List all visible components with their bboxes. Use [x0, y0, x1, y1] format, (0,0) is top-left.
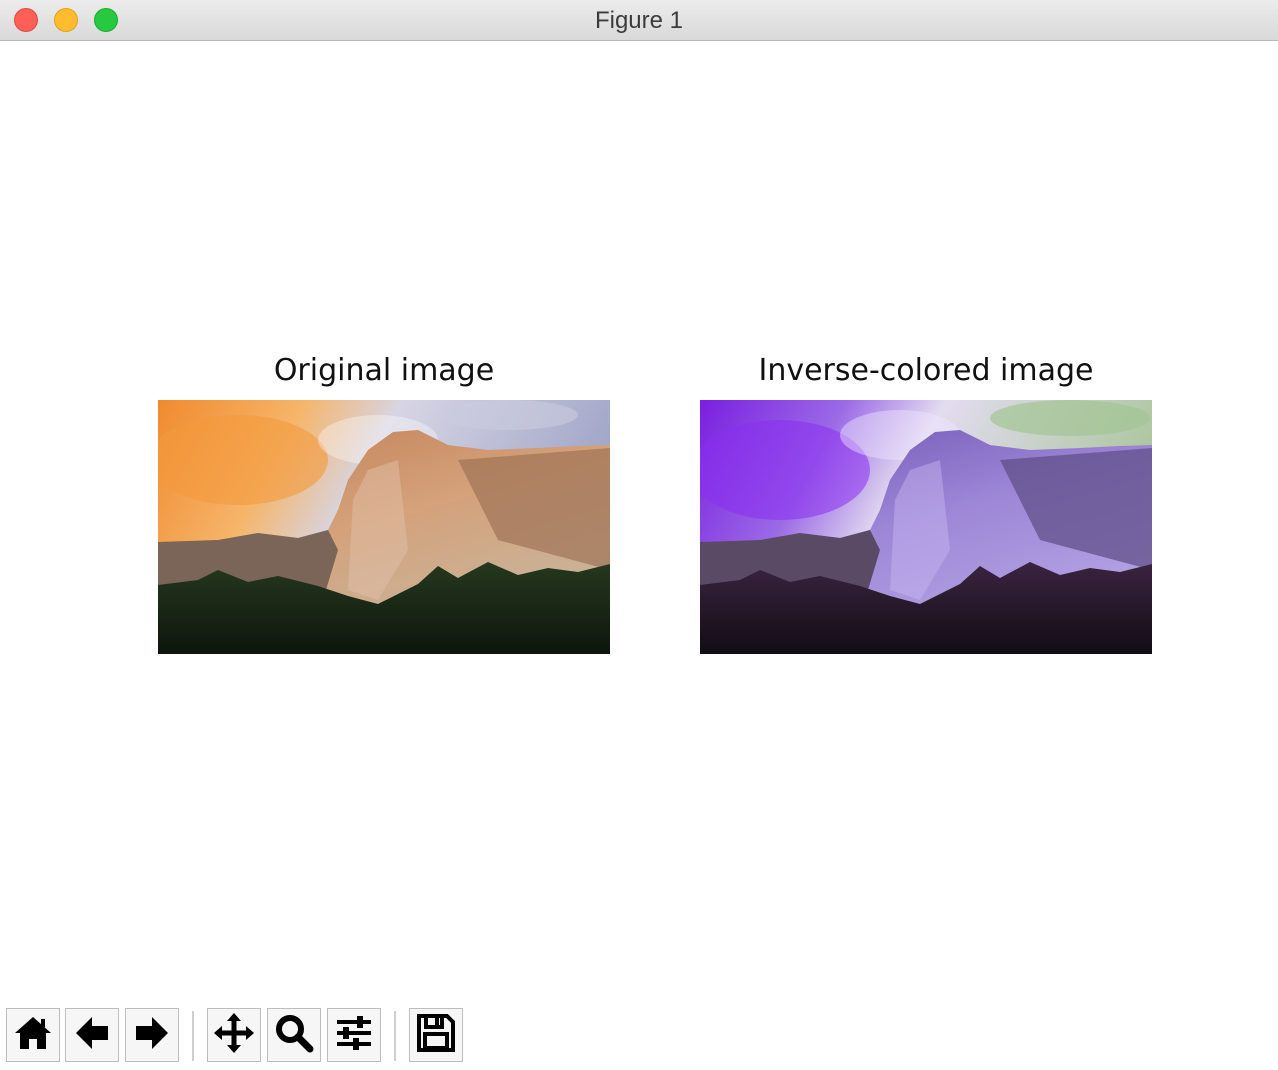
navigation-toolbar [0, 1003, 1278, 1070]
title-bar[interactable]: Figure 1 [0, 0, 1278, 41]
forward-button[interactable] [125, 1008, 179, 1062]
forward-arrow-icon [132, 1013, 172, 1057]
back-button[interactable] [65, 1008, 119, 1062]
save-button[interactable] [409, 1008, 463, 1062]
toolbar-separator [192, 1011, 194, 1061]
inverse-colored-image [700, 400, 1152, 654]
configure-subplots-button[interactable] [327, 1008, 381, 1062]
original-image-title: Original image [273, 353, 495, 388]
inverse-image-title: Inverse-colored image [758, 353, 1094, 388]
original-image [158, 400, 610, 654]
pan-icon [212, 1011, 256, 1059]
window-title: Figure 1 [594, 7, 684, 34]
home-button[interactable] [6, 1008, 60, 1062]
zoom-button[interactable] [267, 1008, 321, 1062]
pan-button[interactable] [207, 1008, 261, 1062]
toolbar-separator [394, 1011, 396, 1061]
figure-window: Figure 1 Original image Inverse-colored … [0, 0, 1278, 1070]
home-icon [13, 1013, 53, 1057]
configure-subplots-icon [333, 1012, 375, 1058]
back-arrow-icon [72, 1013, 112, 1057]
zoom-magnifier-icon [273, 1012, 315, 1058]
figure-canvas[interactable]: Original image Inverse-colored image [0, 41, 1278, 1003]
save-icon [416, 1013, 456, 1057]
